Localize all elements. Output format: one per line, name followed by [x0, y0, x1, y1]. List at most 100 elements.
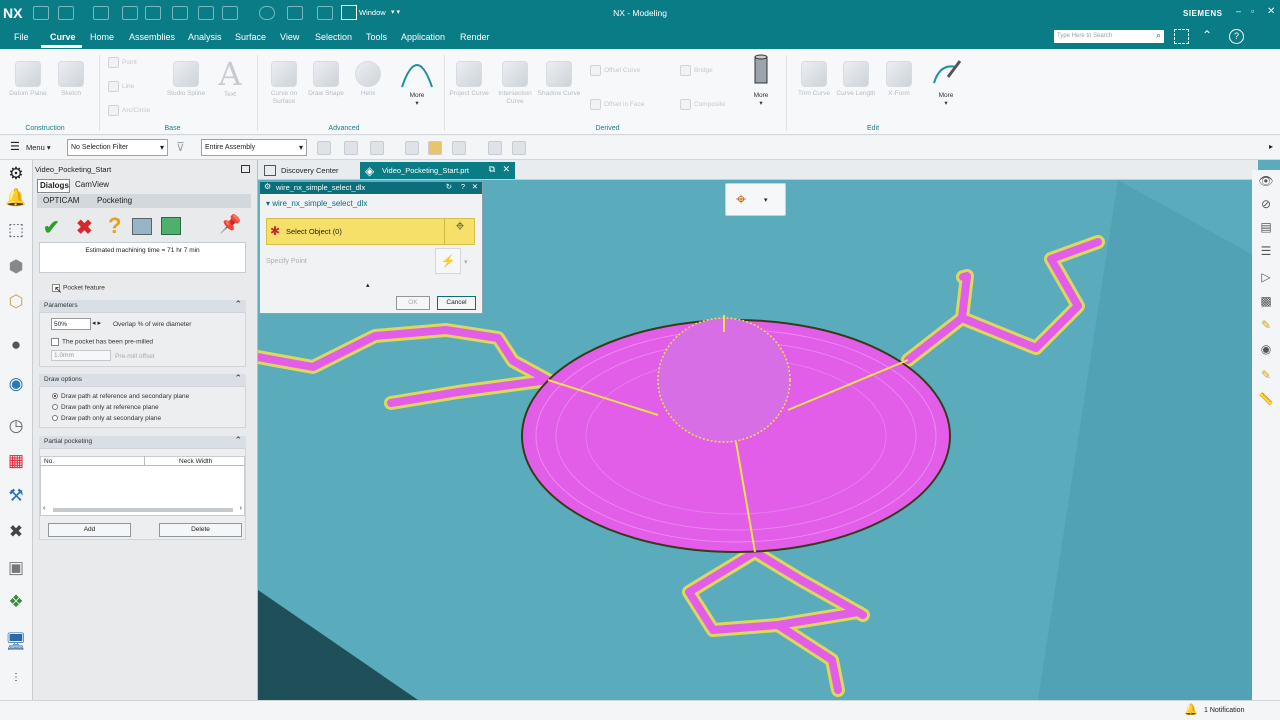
- monitor-icon[interactable]: 🖥: [4, 630, 28, 654]
- subtab-opticam[interactable]: OPTICAM: [43, 196, 79, 205]
- system-materials-icon[interactable]: ❖: [4, 590, 28, 614]
- group-advanced[interactable]: Advanced: [320, 125, 368, 132]
- trim-curve-button[interactable]: Trim Curve: [790, 61, 838, 98]
- highlight-icon[interactable]: ✎: [1257, 316, 1275, 334]
- premilled-checkbox[interactable]: The pocket has been pre-milled: [51, 338, 153, 346]
- search-icon[interactable]: ⌕: [1156, 30, 1161, 41]
- paint-icon[interactable]: ✎: [1257, 366, 1275, 384]
- scroll-left-icon[interactable]: ‹: [43, 505, 45, 512]
- draw-option-secondary[interactable]: Draw path only at secondary plane: [52, 415, 161, 422]
- ok-check-icon[interactable]: ✔: [43, 215, 60, 240]
- point-dialog-icon[interactable]: ⚡: [435, 248, 461, 274]
- tab-dialogs[interactable]: Dialogs: [37, 179, 70, 193]
- scroll-right-icon[interactable]: ›: [240, 505, 242, 512]
- notification-bell-icon[interactable]: 🔔: [1184, 703, 1198, 716]
- datum-plane-button[interactable]: Datum Plane: [4, 61, 52, 98]
- web-browser-icon[interactable]: ◉: [4, 372, 28, 396]
- draw-shape-button[interactable]: Draw Shape: [302, 61, 350, 98]
- play-icon[interactable]: ▷: [1257, 268, 1275, 286]
- helix-button[interactable]: Helix: [344, 61, 392, 98]
- group-derived[interactable]: Derived: [585, 125, 630, 132]
- snap-widget[interactable]: ⌖ ▾: [725, 183, 786, 216]
- pin-icon[interactable]: 📌: [219, 214, 241, 235]
- snap-point-icon[interactable]: [344, 141, 358, 155]
- overlap-input[interactable]: 50%: [51, 318, 91, 330]
- maximize-icon[interactable]: ▫: [1251, 6, 1254, 16]
- intersection-curve-button[interactable]: Intersection Curve: [491, 61, 539, 106]
- help-icon[interactable]: ?: [1229, 29, 1244, 44]
- project-curve-button[interactable]: Project Curve: [445, 61, 493, 98]
- bell-icon[interactable]: 🔔: [4, 186, 28, 210]
- body-icon[interactable]: [488, 141, 502, 155]
- scroll-thumb[interactable]: [53, 508, 233, 512]
- info-icon[interactable]: ●: [4, 333, 28, 357]
- menu-curve[interactable]: Curve: [50, 32, 76, 42]
- refresh-icon[interactable]: [161, 217, 181, 235]
- bridge-button[interactable]: Bridge: [680, 65, 713, 76]
- parameters-header[interactable]: Parameters ⌃: [39, 299, 246, 312]
- minimize-icon[interactable]: –: [1236, 6, 1241, 16]
- component-icon[interactable]: [405, 141, 419, 155]
- assembly-navigator-icon[interactable]: ⬢: [4, 255, 28, 279]
- dialog-reset-icon[interactable]: ↻: [446, 182, 452, 191]
- tab-discovery-center[interactable]: Discovery Center: [259, 162, 359, 179]
- table-scrollbar[interactable]: ‹ ›: [40, 505, 245, 514]
- delete-button[interactable]: Delete: [159, 523, 242, 537]
- radio[interactable]: [52, 404, 58, 411]
- radio[interactable]: [52, 415, 58, 422]
- close-tab-icon[interactable]: ✕: [502, 164, 510, 175]
- menu-analysis[interactable]: Analysis: [188, 32, 222, 42]
- menu-application[interactable]: Application: [401, 32, 445, 42]
- filter-type-icon[interactable]: [370, 141, 384, 155]
- roles-icon[interactable]: ▣: [4, 556, 28, 580]
- hamburger-icon[interactable]: ☰: [10, 140, 20, 153]
- selection-filter-dropdown[interactable]: No Selection Filter: [67, 139, 168, 156]
- x-form-button[interactable]: X-Form: [875, 61, 923, 98]
- composite-button[interactable]: Composite: [680, 99, 725, 110]
- menu-assemblies[interactable]: Assemblies: [129, 32, 175, 42]
- tab-camview[interactable]: CamView: [75, 180, 109, 189]
- tools-icon[interactable]: ✖: [4, 520, 28, 544]
- eye-view-icon[interactable]: 👁: [1257, 172, 1275, 190]
- text-button[interactable]: A Text: [206, 57, 254, 99]
- offset-input[interactable]: 1.0mm: [51, 350, 111, 361]
- menu-render[interactable]: Render: [460, 32, 490, 42]
- group-construction[interactable]: Construction: [20, 125, 70, 132]
- select-crosshair-icon[interactable]: ⌖: [444, 218, 475, 245]
- filter-icon[interactable]: ⊽: [176, 140, 185, 154]
- dialog-expand-icon[interactable]: ▴: [366, 281, 370, 289]
- menu-selection[interactable]: Selection: [315, 32, 352, 42]
- point-chevron-icon[interactable]: ▾: [464, 258, 468, 266]
- premilled-check[interactable]: [51, 338, 59, 346]
- gear-icon[interactable]: ⚙: [4, 162, 28, 186]
- collapse-ribbon-icon[interactable]: ⌃: [1202, 28, 1212, 42]
- partial-pocketing-header[interactable]: Partial pocketing ⌃: [39, 435, 246, 448]
- calculate-icon[interactable]: [132, 218, 152, 235]
- fullscreen-icon[interactable]: [1174, 29, 1189, 44]
- ruler-icon[interactable]: 📏: [1257, 390, 1275, 408]
- curve-length-button[interactable]: Curve Length: [832, 61, 880, 98]
- snap-chevron-icon[interactable]: ▾: [764, 196, 768, 204]
- scope-dropdown[interactable]: Entire Assembly: [201, 139, 307, 156]
- menu-home[interactable]: Home: [90, 32, 114, 42]
- draw-options-header[interactable]: Draw options ⌃: [39, 373, 246, 386]
- add-button[interactable]: Add: [48, 523, 131, 537]
- palette-icon[interactable]: ▦: [4, 449, 28, 473]
- arc-circle-button[interactable]: Arc/Circle: [108, 105, 150, 116]
- notification-text[interactable]: 1 Notification: [1204, 707, 1244, 714]
- select-object-row[interactable]: ✱ Select Object (0) ⌖: [266, 218, 475, 245]
- more-derived-button[interactable]: More ▾: [737, 53, 785, 108]
- dialog-section[interactable]: ▾ wire_nx_simple_select_dlx: [266, 199, 367, 208]
- offset-curve-button[interactable]: Offset Curve: [590, 65, 640, 76]
- crosshair-icon[interactable]: ⌖: [736, 189, 746, 210]
- panel-restore-icon[interactable]: [241, 165, 250, 173]
- menu-tools[interactable]: Tools: [366, 32, 387, 42]
- line-button[interactable]: Line: [108, 81, 134, 92]
- display-icon[interactable]: ▩: [1257, 292, 1275, 310]
- ok-button[interactable]: OK: [396, 296, 430, 310]
- subtab-pocketing[interactable]: Pocketing: [97, 196, 132, 205]
- offset-in-face-button[interactable]: Offset in Face: [590, 99, 644, 110]
- shadow-curve-button[interactable]: Shadow Curve: [535, 61, 583, 98]
- cube-select-icon[interactable]: [428, 141, 442, 155]
- more-advanced-button[interactable]: More ▾: [393, 53, 441, 108]
